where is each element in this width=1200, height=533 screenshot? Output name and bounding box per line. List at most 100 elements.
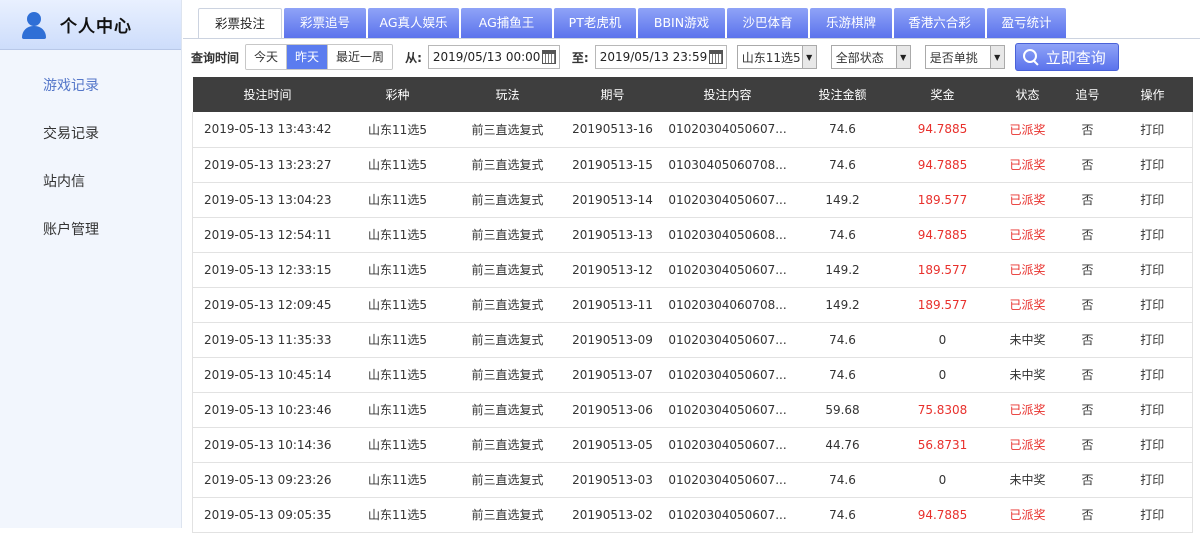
tab-lottery-chase[interactable]: 彩票追号 [284, 8, 366, 38]
sidebar-item-account-management[interactable]: 账户管理 [0, 206, 181, 254]
cell-issue: 20190513-02 [562, 497, 663, 533]
sidebar-item-game-records[interactable]: 游戏记录 [0, 62, 181, 110]
sidebar: 个人中心 游戏记录 交易记录 站内信 账户管理 [0, 0, 182, 528]
print-link[interactable]: 打印 [1112, 462, 1193, 498]
cell-prize: 56.8731 [892, 427, 993, 463]
cell-play: 前三直选复式 [452, 287, 563, 323]
range-yesterday-button[interactable]: 昨天 [287, 45, 329, 69]
header-chase: 追号 [1062, 77, 1113, 112]
print-link[interactable]: 打印 [1112, 147, 1193, 183]
tab-saba-sports[interactable]: 沙巴体育 [727, 8, 808, 38]
range-today-button[interactable]: 今天 [246, 45, 288, 69]
print-link[interactable]: 打印 [1112, 112, 1193, 148]
cell-bet-time: 2019-05-13 13:04:23 [192, 182, 343, 218]
cell-lottery: 山东11选5 [342, 147, 453, 183]
cell-content: 01020304050607... [662, 357, 793, 393]
sidebar-title: 个人中心 [60, 17, 132, 37]
table-row[interactable]: 2019-05-13 13:23:27 山东11选5 前三直选复式 20190513-… [192, 147, 1193, 183]
print-link[interactable]: 打印 [1112, 287, 1193, 323]
cell-play: 前三直选复式 [452, 357, 563, 393]
cell-bet-time: 2019-05-13 12:09:45 [192, 287, 343, 323]
cell-chase: 否 [1062, 182, 1113, 218]
sidebar-header: 个人中心 [0, 0, 181, 50]
to-date-input[interactable]: 2019/05/13 23:59 [594, 45, 727, 69]
print-link[interactable]: 打印 [1112, 182, 1193, 218]
table-header-row: 投注时间 彩种 玩法 期号 投注内容 投注金额 奖金 状态 追号 操作 [192, 77, 1193, 112]
cell-issue: 20190513-07 [562, 357, 663, 393]
print-link[interactable]: 打印 [1112, 252, 1193, 288]
table-row[interactable]: 2019-05-13 10:45:14 山东11选5 前三直选复式 20190513-… [192, 357, 1193, 393]
print-link[interactable]: 打印 [1112, 217, 1193, 253]
cell-lottery: 山东11选5 [342, 357, 453, 393]
query-button[interactable]: 立即查询 [1014, 43, 1119, 71]
cell-bet-time: 2019-05-13 12:33:15 [192, 252, 343, 288]
table-row[interactable]: 2019-05-13 10:14:36 山东11选5 前三直选复式 20190513-… [192, 427, 1193, 463]
cell-prize: 189.577 [892, 287, 993, 323]
main-content: 彩票投注 彩票追号 AG真人娱乐 AG捕鱼王 PT老虎机 BBIN游戏 沙巴体育… [183, 0, 1200, 533]
print-link[interactable]: 打印 [1112, 322, 1193, 358]
tab-pt-slots[interactable]: PT老虎机 [554, 8, 636, 38]
query-button-label: 立即查询 [1045, 48, 1106, 67]
tab-profit-stats[interactable]: 盈亏统计 [987, 8, 1066, 38]
from-label: 从: [405, 50, 422, 65]
table-body: 2019-05-13 13:43:42 山东11选5 前三直选复式 20190513-… [192, 112, 1193, 533]
header-prize: 奖金 [892, 77, 993, 112]
lottery-type-select[interactable]: 山东11选5 ▼ [736, 45, 817, 69]
cell-prize: 75.8308 [892, 392, 993, 428]
table-row[interactable]: 2019-05-13 13:43:42 山东11选5 前三直选复式 20190513-… [192, 112, 1193, 148]
cell-lottery: 山东11选5 [342, 392, 453, 428]
cell-content: 01020304050607... [662, 112, 793, 148]
tab-bbin-games[interactable]: BBIN游戏 [638, 8, 725, 38]
tab-lottery-bets[interactable]: 彩票投注 [198, 8, 282, 38]
cell-lottery: 山东11选5 [342, 287, 453, 323]
cell-prize: 189.577 [892, 252, 993, 288]
status-select[interactable]: 全部状态 ▼ [830, 45, 911, 69]
print-link[interactable]: 打印 [1112, 497, 1193, 533]
cell-issue: 20190513-06 [562, 392, 663, 428]
cell-status: 已派奖 [992, 252, 1063, 288]
calendar-icon[interactable] [541, 50, 556, 64]
cell-status: 已派奖 [992, 147, 1063, 183]
tab-ag-live[interactable]: AG真人娱乐 [368, 8, 459, 38]
chevron-down-icon: ▼ [801, 46, 816, 68]
single-bet-select[interactable]: 是否单挑 ▼ [924, 45, 1005, 69]
table-row[interactable]: 2019-05-13 11:35:33 山东11选5 前三直选复式 20190513-… [192, 322, 1193, 358]
cell-content: 01020304050608... [662, 217, 793, 253]
print-link[interactable]: 打印 [1112, 392, 1193, 428]
sidebar-item-transaction-records[interactable]: 交易记录 [0, 110, 181, 158]
cell-prize: 94.7885 [892, 497, 993, 533]
sidebar-item-messages[interactable]: 站内信 [0, 158, 181, 206]
tab-hk-mark-six[interactable]: 香港六合彩 [894, 8, 985, 38]
cell-bet-time: 2019-05-13 10:23:46 [192, 392, 343, 428]
table-row[interactable]: 2019-05-13 09:23:26 山东11选5 前三直选复式 20190513-… [192, 462, 1193, 498]
tab-leyou-chess[interactable]: 乐游棋牌 [810, 8, 892, 38]
cell-chase: 否 [1062, 252, 1113, 288]
tab-ag-fishing[interactable]: AG捕鱼王 [461, 8, 552, 38]
print-link[interactable]: 打印 [1112, 427, 1193, 463]
cell-issue: 20190513-12 [562, 252, 663, 288]
tab-divider [183, 38, 1200, 39]
cell-prize: 0 [892, 322, 993, 358]
cell-play: 前三直选复式 [452, 392, 563, 428]
cell-chase: 否 [1062, 497, 1113, 533]
cell-play: 前三直选复式 [452, 147, 563, 183]
print-link[interactable]: 打印 [1112, 357, 1193, 393]
cell-lottery: 山东11选5 [342, 182, 453, 218]
header-play: 玩法 [452, 77, 563, 112]
range-last-week-button[interactable]: 最近一周 [328, 45, 393, 69]
cell-content: 01020304050607... [662, 252, 793, 288]
from-date-input[interactable]: 2019/05/13 00:00 [427, 45, 560, 69]
cell-chase: 否 [1062, 112, 1113, 148]
table-row[interactable]: 2019-05-13 09:05:35 山东11选5 前三直选复式 20190513-… [192, 497, 1193, 533]
header-content: 投注内容 [662, 77, 793, 112]
table-row[interactable]: 2019-05-13 10:23:46 山东11选5 前三直选复式 20190513-… [192, 392, 1193, 428]
cell-lottery: 山东11选5 [342, 112, 453, 148]
table-row[interactable]: 2019-05-13 13:04:23 山东11选5 前三直选复式 20190513-… [192, 182, 1193, 218]
chevron-down-icon: ▼ [989, 46, 1004, 68]
cell-amount: 74.6 [792, 322, 893, 358]
table-row[interactable]: 2019-05-13 12:54:11 山东11选5 前三直选复式 20190513-… [192, 217, 1193, 253]
table-row[interactable]: 2019-05-13 12:33:15 山东11选5 前三直选复式 20190513-… [192, 252, 1193, 288]
cell-content: 01030405060708... [662, 147, 793, 183]
table-row[interactable]: 2019-05-13 12:09:45 山东11选5 前三直选复式 20190513-… [192, 287, 1193, 323]
calendar-icon[interactable] [708, 50, 723, 64]
